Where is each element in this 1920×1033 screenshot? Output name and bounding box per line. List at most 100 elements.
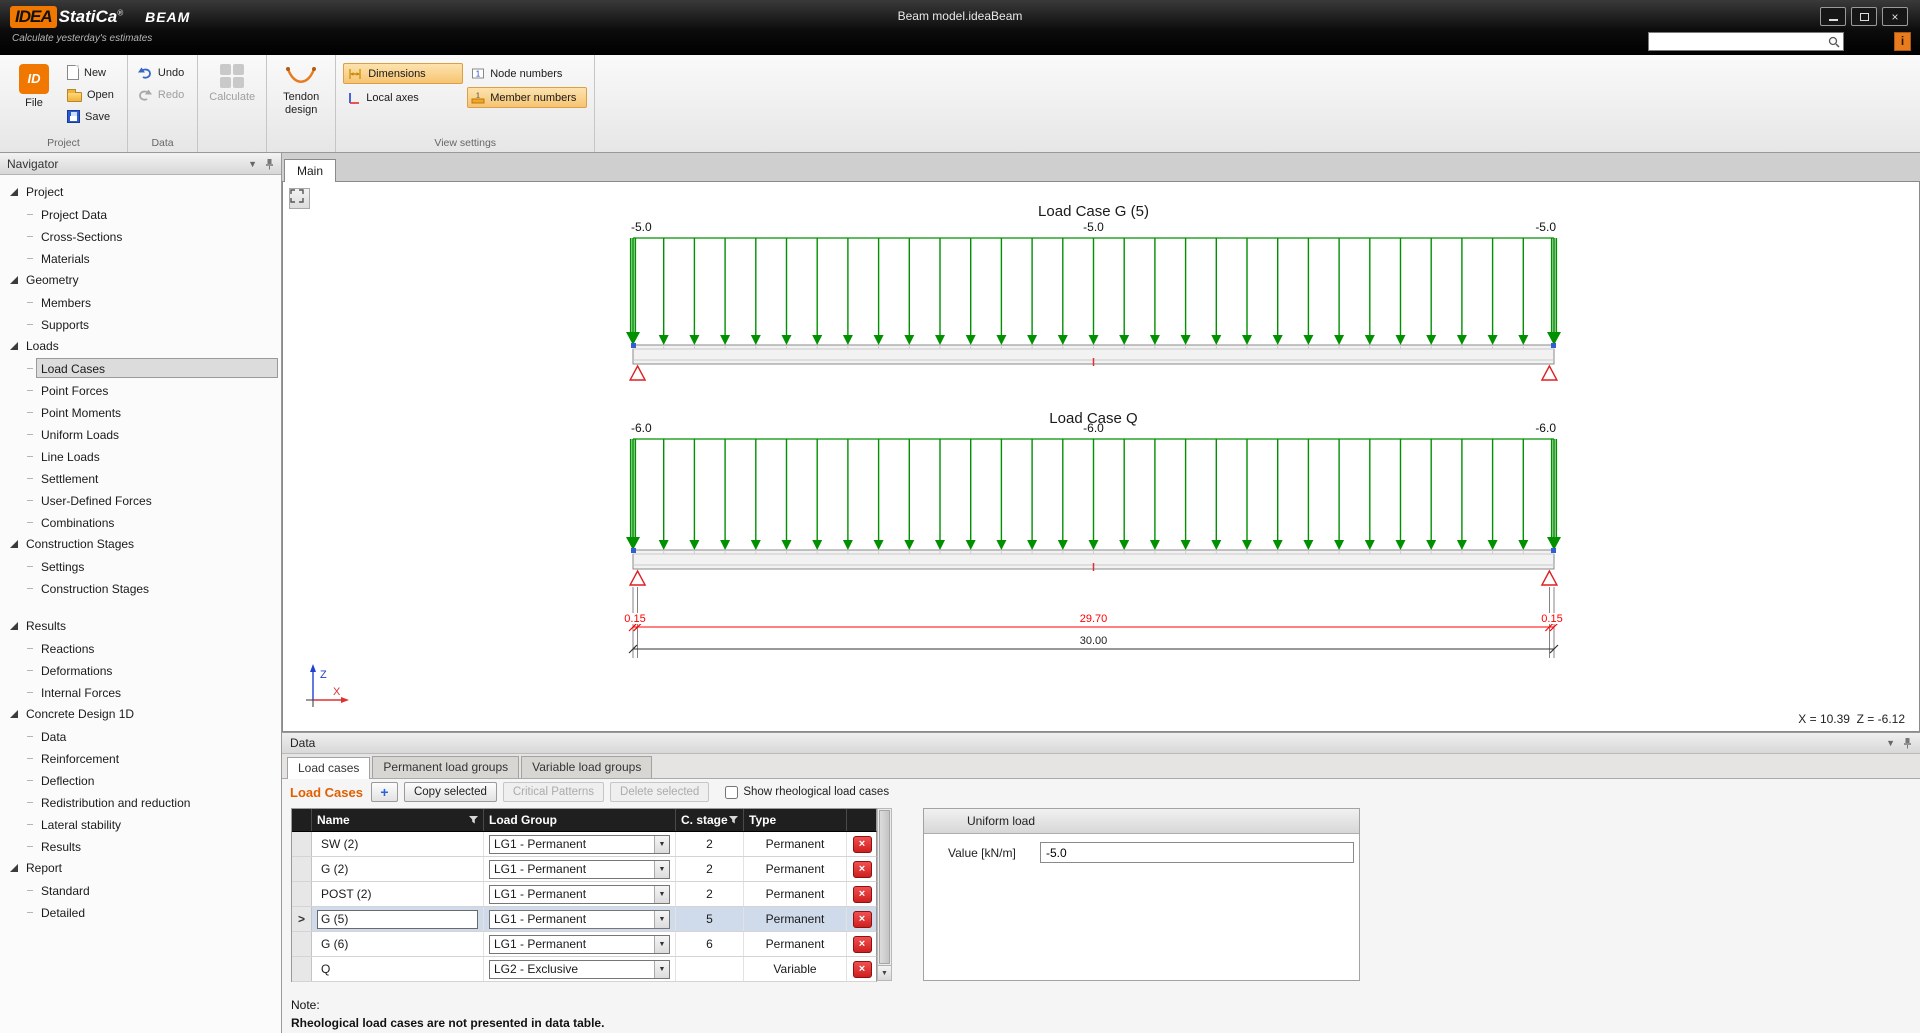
load-group-select[interactable]: LG1 - Permanent▼ xyxy=(489,935,670,954)
minimize-button[interactable] xyxy=(1820,7,1846,26)
delete-row-button[interactable]: × xyxy=(853,836,872,853)
nav-item-line-loads[interactable]: Line Loads xyxy=(0,445,281,467)
nav-item-internal-forces[interactable]: Internal Forces xyxy=(0,681,281,703)
filter-icon[interactable] xyxy=(469,816,478,824)
delete-row-button[interactable]: × xyxy=(853,861,872,878)
delete-row-button[interactable]: × xyxy=(853,911,872,928)
nav-item-reactions[interactable]: Reactions xyxy=(0,637,281,659)
undo-button[interactable]: Undo xyxy=(135,63,190,82)
nav-item-deformations[interactable]: Deformations xyxy=(0,659,281,681)
search-icon[interactable] xyxy=(1828,36,1840,48)
dimensions-toggle[interactable]: Dimensions xyxy=(343,63,463,84)
nav-item-reinforcement[interactable]: Reinforcement xyxy=(0,747,281,769)
nav-section-results[interactable]: Results xyxy=(0,615,281,637)
nav-item-results[interactable]: Results xyxy=(0,835,281,857)
nav-item-materials[interactable]: Materials xyxy=(0,247,281,269)
copy-selected-button[interactable]: Copy selected xyxy=(404,782,497,802)
combo-dropdown-icon[interactable]: ▼ xyxy=(654,961,669,978)
navigator-dropdown-icon[interactable]: ▼ xyxy=(248,159,257,169)
c-stage-cell[interactable]: 2 xyxy=(676,857,744,881)
table-scrollbar[interactable]: ▼ xyxy=(877,808,892,981)
nav-item-construction-stages[interactable]: Construction Stages xyxy=(0,577,281,599)
load-case-row-g-6[interactable]: G (6)LG1 - Permanent▼6Permanent× xyxy=(292,932,877,957)
member-numbers-toggle[interactable]: 1 Member numbers xyxy=(467,87,587,108)
nav-item-load-cases[interactable]: Load Cases xyxy=(0,357,281,379)
column-header-c-stage[interactable]: C. stage xyxy=(676,809,744,831)
nav-item-supports[interactable]: Supports xyxy=(0,313,281,335)
combo-dropdown-icon[interactable]: ▼ xyxy=(654,936,669,953)
nav-section-report[interactable]: Report xyxy=(0,857,281,879)
name-cell[interactable]: G (2) xyxy=(312,857,484,881)
column-header-load-group[interactable]: Load Group xyxy=(484,809,676,831)
c-stage-cell[interactable]: 5 xyxy=(676,907,744,931)
name-cell[interactable]: Q xyxy=(312,957,484,981)
node-numbers-toggle[interactable]: 1 Node numbers xyxy=(467,63,587,84)
filter-icon[interactable] xyxy=(729,816,738,824)
combo-dropdown-icon[interactable]: ▼ xyxy=(654,861,669,878)
info-button[interactable]: i xyxy=(1894,32,1911,51)
uniform-load-value-input[interactable] xyxy=(1040,842,1354,863)
nav-item-detailed[interactable]: Detailed xyxy=(0,901,281,923)
nav-section-project[interactable]: Project xyxy=(0,181,281,203)
nav-item-combinations[interactable]: Combinations xyxy=(0,511,281,533)
name-cell[interactable]: G (5) xyxy=(312,907,484,931)
nav-item-standard[interactable]: Standard xyxy=(0,879,281,901)
data-tab-variable-load-groups[interactable]: Variable load groups xyxy=(521,756,652,778)
local-axes-toggle[interactable]: Local axes xyxy=(343,87,463,108)
close-button[interactable]: × xyxy=(1882,7,1908,26)
nav-item-cross-sections[interactable]: Cross-Sections xyxy=(0,225,281,247)
fit-view-button[interactable] xyxy=(289,188,310,209)
load-group-select[interactable]: LG2 - Exclusive▼ xyxy=(489,960,670,979)
open-button[interactable]: Open xyxy=(65,85,120,104)
load-group-select[interactable]: LG1 - Permanent▼ xyxy=(489,835,670,854)
tendon-design-button[interactable]: Tendon design xyxy=(274,60,328,135)
nav-section-concrete-design-1d[interactable]: Concrete Design 1D xyxy=(0,703,281,725)
load-case-row-g-2[interactable]: G (2)LG1 - Permanent▼2Permanent× xyxy=(292,857,877,882)
data-tab-load-cases[interactable]: Load cases xyxy=(287,757,370,779)
file-button[interactable]: ID File xyxy=(7,60,61,135)
data-panel-dropdown-icon[interactable]: ▼ xyxy=(1886,738,1895,748)
name-cell[interactable]: POST (2) xyxy=(312,882,484,906)
name-cell[interactable]: SW (2) xyxy=(312,832,484,856)
save-button[interactable]: Save xyxy=(65,107,120,126)
beam-canvas[interactable]: Load Case G (5)-5.0-5.0-5.0Load Case Q-6… xyxy=(282,181,1920,732)
load-case-row-q[interactable]: QLG2 - Exclusive▼Variable× xyxy=(292,957,877,982)
load-group-select[interactable]: LG1 - Permanent▼ xyxy=(489,860,670,879)
c-stage-cell[interactable] xyxy=(676,957,744,981)
c-stage-cell[interactable]: 2 xyxy=(676,832,744,856)
column-header-type[interactable]: Type xyxy=(744,809,847,831)
search-input[interactable] xyxy=(1649,34,1828,49)
load-group-select[interactable]: LG1 - Permanent▼ xyxy=(489,910,670,929)
nav-item-data[interactable]: Data xyxy=(0,725,281,747)
nav-item-redistribution-and-reduction[interactable]: Redistribution and reduction xyxy=(0,791,281,813)
load-case-row-sw-2[interactable]: SW (2)LG1 - Permanent▼2Permanent× xyxy=(292,832,877,857)
delete-row-button[interactable]: × xyxy=(853,961,872,978)
combo-dropdown-icon[interactable]: ▼ xyxy=(654,836,669,853)
scrollbar-thumb[interactable] xyxy=(879,810,890,964)
combo-dropdown-icon[interactable]: ▼ xyxy=(654,886,669,903)
new-button[interactable]: New xyxy=(65,63,120,82)
nav-item-point-forces[interactable]: Point Forces xyxy=(0,379,281,401)
nav-section-loads[interactable]: Loads xyxy=(0,335,281,357)
nav-section-geometry[interactable]: Geometry xyxy=(0,269,281,291)
combo-dropdown-icon[interactable]: ▼ xyxy=(654,911,669,928)
load-case-row-post-2[interactable]: POST (2)LG1 - Permanent▼2Permanent× xyxy=(292,882,877,907)
c-stage-cell[interactable]: 2 xyxy=(676,882,744,906)
maximize-button[interactable] xyxy=(1851,7,1877,26)
scrollbar-down-arrow[interactable]: ▼ xyxy=(878,965,891,980)
data-tab-permanent-load-groups[interactable]: Permanent load groups xyxy=(372,756,519,778)
name-cell[interactable]: G (6) xyxy=(312,932,484,956)
tab-main[interactable]: Main xyxy=(284,159,336,182)
add-load-case-button[interactable]: + xyxy=(371,782,398,802)
delete-row-button[interactable]: × xyxy=(853,886,872,903)
column-header-name[interactable]: Name xyxy=(312,809,484,831)
show-rheological-checkbox[interactable] xyxy=(725,786,738,799)
nav-item-deflection[interactable]: Deflection xyxy=(0,769,281,791)
nav-item-lateral-stability[interactable]: Lateral stability xyxy=(0,813,281,835)
pin-icon[interactable] xyxy=(1903,737,1912,749)
nav-item-settings[interactable]: Settings xyxy=(0,555,281,577)
nav-item-project-data[interactable]: Project Data xyxy=(0,203,281,225)
pin-icon[interactable] xyxy=(265,158,274,170)
nav-item-members[interactable]: Members xyxy=(0,291,281,313)
load-group-select[interactable]: LG1 - Permanent▼ xyxy=(489,885,670,904)
